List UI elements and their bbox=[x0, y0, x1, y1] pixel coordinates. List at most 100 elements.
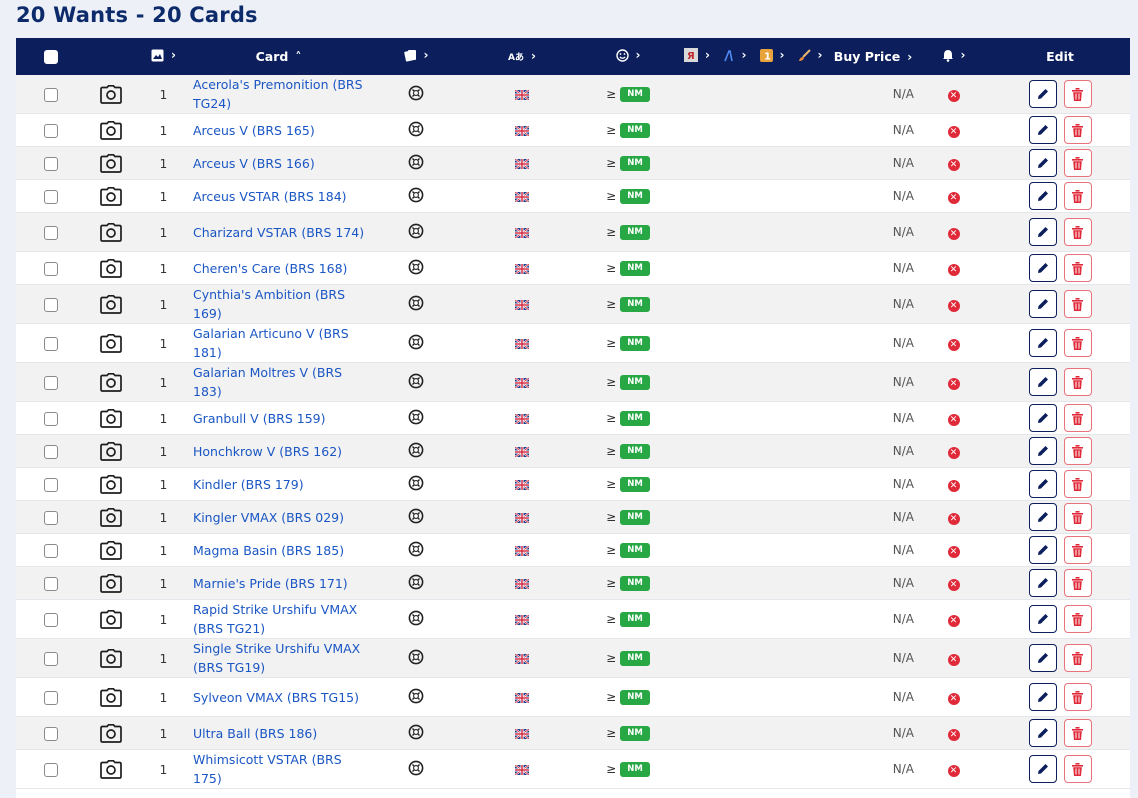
x-circle-icon[interactable]: ✕ bbox=[947, 414, 960, 427]
delete-button[interactable] bbox=[1063, 368, 1092, 396]
camera-icon[interactable] bbox=[100, 186, 122, 206]
row-checkbox[interactable] bbox=[44, 336, 58, 351]
buy-price-header[interactable]: Buy Price › bbox=[829, 38, 917, 75]
delete-button[interactable] bbox=[1063, 254, 1092, 282]
signed-header[interactable]: › bbox=[716, 38, 753, 75]
delete-button[interactable] bbox=[1063, 605, 1092, 633]
edit-button[interactable] bbox=[1028, 719, 1057, 747]
row-checkbox[interactable] bbox=[44, 156, 58, 171]
camera-icon[interactable] bbox=[100, 507, 122, 527]
delete-button[interactable] bbox=[1063, 182, 1092, 210]
row-checkbox[interactable] bbox=[44, 762, 58, 777]
edit-button[interactable] bbox=[1028, 218, 1057, 246]
row-checkbox[interactable] bbox=[44, 123, 58, 138]
row-checkbox[interactable] bbox=[44, 612, 58, 627]
card-link[interactable]: Galarian Articuno V (BRS 181) bbox=[193, 324, 366, 362]
select-all-checkbox[interactable] bbox=[44, 50, 58, 65]
x-circle-icon[interactable]: ✕ bbox=[947, 546, 960, 559]
camera-icon[interactable] bbox=[100, 294, 122, 314]
card-link[interactable]: Ultra Ball (BRS 186) bbox=[193, 724, 366, 743]
edition-header[interactable]: › bbox=[366, 38, 466, 75]
x-circle-icon[interactable]: ✕ bbox=[947, 513, 960, 526]
x-circle-icon[interactable]: ✕ bbox=[947, 300, 960, 313]
card-link[interactable]: Arceus VSTAR (BRS 184) bbox=[193, 187, 366, 206]
camera-icon[interactable] bbox=[100, 258, 122, 278]
card-link[interactable]: Honchkrow V (BRS 162) bbox=[193, 442, 366, 461]
edit-button[interactable] bbox=[1028, 404, 1057, 432]
row-checkbox[interactable] bbox=[44, 189, 58, 204]
card-link[interactable]: Arceus V (BRS 165) bbox=[193, 121, 366, 140]
delete-button[interactable] bbox=[1063, 719, 1092, 747]
camera-icon[interactable] bbox=[100, 372, 122, 392]
qty-header[interactable]: › bbox=[136, 38, 191, 75]
card-link[interactable]: Charizard VSTAR (BRS 174) bbox=[193, 223, 366, 242]
card-link[interactable]: Granbull V (BRS 159) bbox=[193, 409, 366, 428]
card-link[interactable]: Kindler (BRS 179) bbox=[193, 475, 366, 494]
card-link[interactable]: Kingler VMAX (BRS 029) bbox=[193, 508, 366, 527]
altered-header[interactable]: › bbox=[791, 38, 829, 75]
edit-button[interactable] bbox=[1028, 605, 1057, 633]
x-circle-icon[interactable]: ✕ bbox=[947, 615, 960, 628]
delete-button[interactable] bbox=[1063, 536, 1092, 564]
row-checkbox[interactable] bbox=[44, 543, 58, 558]
card-link[interactable]: Arceus V (BRS 166) bbox=[193, 154, 366, 173]
x-circle-icon[interactable]: ✕ bbox=[947, 126, 960, 139]
delete-button[interactable] bbox=[1063, 404, 1092, 432]
edit-button[interactable] bbox=[1028, 329, 1057, 357]
edit-button[interactable] bbox=[1028, 290, 1057, 318]
x-circle-icon[interactable]: ✕ bbox=[947, 693, 960, 706]
edit-button[interactable] bbox=[1028, 755, 1057, 783]
card-link[interactable]: Single Strike Urshifu VMAX (BRS TG19) bbox=[193, 639, 366, 677]
camera-icon[interactable] bbox=[100, 153, 122, 173]
card-header[interactable]: Card ˄ bbox=[191, 38, 366, 75]
card-link[interactable]: Cheren's Care (BRS 168) bbox=[193, 259, 366, 278]
camera-icon[interactable] bbox=[100, 333, 122, 353]
camera-icon[interactable] bbox=[100, 84, 122, 104]
row-checkbox[interactable] bbox=[44, 651, 58, 666]
camera-icon[interactable] bbox=[100, 120, 122, 140]
camera-icon[interactable] bbox=[100, 474, 122, 494]
delete-button[interactable] bbox=[1063, 437, 1092, 465]
card-link[interactable]: Magma Basin (BRS 185) bbox=[193, 541, 366, 560]
row-checkbox[interactable] bbox=[44, 375, 58, 390]
camera-icon[interactable] bbox=[100, 609, 122, 629]
delete-button[interactable] bbox=[1063, 116, 1092, 144]
camera-icon[interactable] bbox=[100, 540, 122, 560]
delete-button[interactable] bbox=[1063, 80, 1092, 108]
camera-icon[interactable] bbox=[100, 723, 122, 743]
row-checkbox[interactable] bbox=[44, 576, 58, 591]
camera-icon[interactable] bbox=[100, 573, 122, 593]
condition-header[interactable]: › bbox=[578, 38, 678, 75]
edit-button[interactable] bbox=[1028, 437, 1057, 465]
delete-button[interactable] bbox=[1063, 569, 1092, 597]
edit-button[interactable] bbox=[1028, 683, 1057, 711]
edit-button[interactable] bbox=[1028, 368, 1057, 396]
x-circle-icon[interactable]: ✕ bbox=[947, 90, 960, 103]
row-checkbox[interactable] bbox=[44, 87, 58, 102]
edit-button[interactable] bbox=[1028, 182, 1057, 210]
delete-button[interactable] bbox=[1063, 149, 1092, 177]
row-checkbox[interactable] bbox=[44, 726, 58, 741]
x-circle-icon[interactable]: ✕ bbox=[947, 729, 960, 742]
alert-header[interactable]: › bbox=[917, 38, 990, 75]
camera-icon[interactable] bbox=[100, 687, 122, 707]
x-circle-icon[interactable]: ✕ bbox=[947, 228, 960, 241]
language-header[interactable]: Aあ › bbox=[466, 38, 578, 75]
edit-button[interactable] bbox=[1028, 503, 1057, 531]
row-checkbox[interactable] bbox=[44, 690, 58, 705]
x-circle-icon[interactable]: ✕ bbox=[947, 339, 960, 352]
camera-icon[interactable] bbox=[100, 408, 122, 428]
x-circle-icon[interactable]: ✕ bbox=[947, 264, 960, 277]
edit-button[interactable] bbox=[1028, 536, 1057, 564]
edit-button[interactable] bbox=[1028, 254, 1057, 282]
delete-button[interactable] bbox=[1063, 329, 1092, 357]
edit-button[interactable] bbox=[1028, 80, 1057, 108]
x-circle-icon[interactable]: ✕ bbox=[947, 579, 960, 592]
x-circle-icon[interactable]: ✕ bbox=[947, 378, 960, 391]
row-checkbox[interactable] bbox=[44, 297, 58, 312]
delete-button[interactable] bbox=[1063, 218, 1092, 246]
row-checkbox[interactable] bbox=[44, 444, 58, 459]
delete-button[interactable] bbox=[1063, 644, 1092, 672]
x-circle-icon[interactable]: ✕ bbox=[947, 480, 960, 493]
reverse-header[interactable]: Я › bbox=[678, 38, 716, 75]
